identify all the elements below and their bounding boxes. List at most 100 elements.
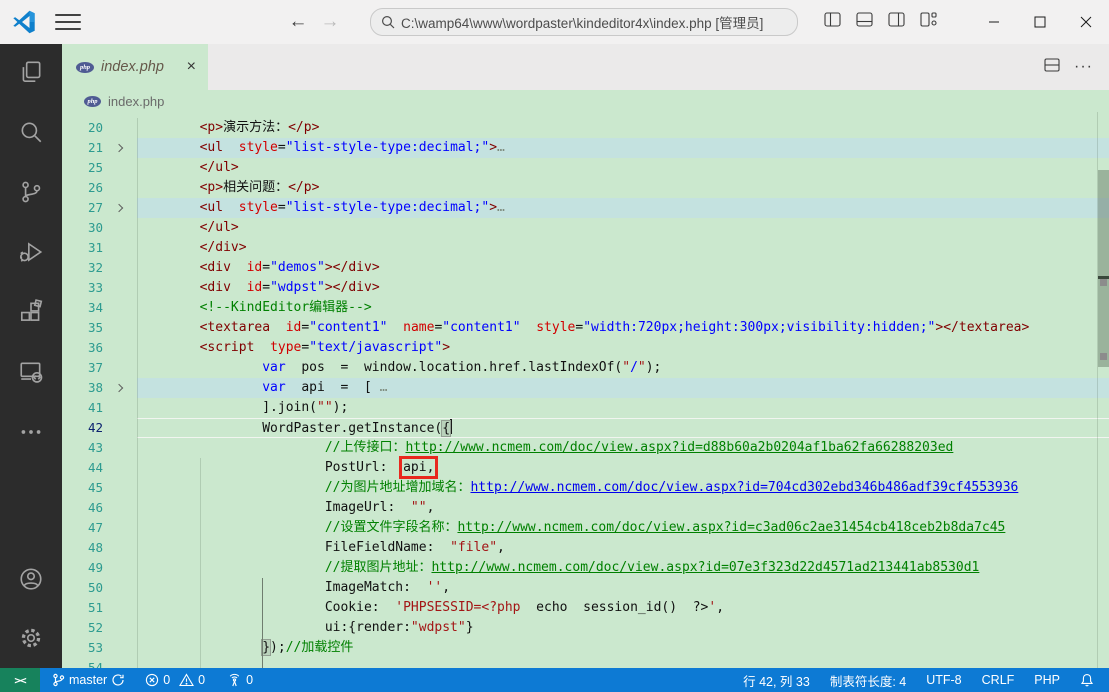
code-line[interactable]: 27 <ul style="list-style-type:decimal;">… [62, 198, 1109, 218]
code-line[interactable]: 48 FileFieldName: "file", [62, 538, 1109, 558]
doc-link[interactable]: http://www.ncmem.com/doc/view.aspx?id=07… [431, 560, 979, 575]
fold-chevron-icon[interactable] [103, 198, 137, 218]
remote-indicator[interactable]: >< [0, 668, 40, 692]
code-line[interactable]: 41].join(""); [62, 398, 1109, 418]
close-button[interactable] [1063, 0, 1109, 44]
line-number[interactable]: 44 [62, 458, 103, 478]
extensions-icon[interactable] [7, 288, 55, 336]
code-line[interactable]: 26 <p>相关问题：</p> [62, 178, 1109, 198]
notifications-bell-icon[interactable] [1073, 673, 1101, 687]
doc-link[interactable]: http://www.ncmem.com/doc/view.aspx?id=70… [470, 480, 1018, 495]
code-editor[interactable]: 20 <p>演示方法：</p> 21 <ul style="list-style-ty… [62, 112, 1109, 668]
code-line[interactable]: 45 //为图片地址增加域名：http://www.ncmem.com/doc/v… [62, 478, 1109, 498]
minimize-button[interactable] [971, 0, 1017, 44]
remote-explorer-icon[interactable] [7, 348, 55, 396]
line-number[interactable]: 54 [62, 658, 103, 668]
more-views-icon[interactable] [7, 408, 55, 456]
line-number[interactable]: 32 [62, 258, 103, 278]
line-number[interactable]: 30 [62, 218, 103, 238]
back-arrow-icon[interactable]: ← [284, 8, 312, 36]
fold-chevron-icon[interactable] [103, 138, 137, 158]
maximize-button[interactable] [1017, 0, 1063, 44]
code-line[interactable]: 20 <p>演示方法：</p> [62, 118, 1109, 138]
code-line[interactable]: 52 ui:{render:"wdpst"} [62, 618, 1109, 638]
line-number[interactable]: 47 [62, 518, 103, 538]
line-number[interactable]: 43 [62, 438, 103, 458]
code-line[interactable]: 31 </div> [62, 238, 1109, 258]
ports-item[interactable]: 0 [221, 673, 259, 687]
fold-chevron-icon[interactable] [103, 378, 137, 398]
account-icon[interactable] [7, 555, 55, 603]
line-number[interactable]: 27 [62, 198, 103, 218]
forward-arrow-icon[interactable]: → [316, 8, 344, 36]
line-number[interactable]: 33 [62, 278, 103, 298]
toggle-secondary-sidebar-icon[interactable] [888, 12, 905, 27]
code-line[interactable]: 30 </ul> [62, 218, 1109, 238]
code-line[interactable]: 33 <div id="wdpst"></div> [62, 278, 1109, 298]
language-mode-item[interactable]: PHP [1027, 673, 1067, 687]
line-number[interactable]: 31 [62, 238, 103, 258]
indentation-item[interactable]: 制表符长度: 4 [823, 671, 913, 690]
tab-index-php[interactable]: php index.php × [62, 44, 208, 90]
code-line[interactable]: 51 Cookie: 'PHPSESSID=<?php echo session_… [62, 598, 1109, 618]
code-line[interactable]: 53});//加载控件 [62, 638, 1109, 658]
line-number[interactable]: 45 [62, 478, 103, 498]
run-debug-icon[interactable] [7, 228, 55, 276]
code-line[interactable]: 35 <textarea id="content1" name="content1… [62, 318, 1109, 338]
code-line[interactable]: 49 //提取图片地址：http://www.ncmem.com/doc/view… [62, 558, 1109, 578]
encoding-item[interactable]: UTF-8 [919, 673, 968, 687]
vertical-scrollbar[interactable] [1097, 112, 1109, 668]
tab-close-icon[interactable]: × [185, 59, 198, 75]
line-number[interactable]: 38 [62, 378, 103, 398]
line-number[interactable]: 25 [62, 158, 103, 178]
line-number[interactable]: 20 [62, 118, 103, 138]
code-line[interactable]: 37 var pos = window.location.href.lastInd… [62, 358, 1109, 378]
breadcrumb[interactable]: php index.php [62, 90, 1109, 112]
git-branch-item[interactable]: master [46, 673, 131, 687]
line-number[interactable]: 53 [62, 638, 103, 658]
code-line[interactable]: 38 var api = [ … [62, 378, 1109, 398]
line-number[interactable]: 26 [62, 178, 103, 198]
code-line[interactable]: 54 [62, 658, 1109, 668]
code-line[interactable]: 50 ImageMatch: '', [62, 578, 1109, 598]
toggle-sidebar-icon[interactable] [824, 12, 841, 27]
explorer-icon[interactable] [7, 48, 55, 96]
settings-gear-icon[interactable] [7, 614, 55, 662]
line-number[interactable]: 36 [62, 338, 103, 358]
command-center-search[interactable]: C:\wamp64\www\wordpaster\kindeditor4x\in… [370, 8, 798, 36]
line-number[interactable]: 37 [62, 358, 103, 378]
menu-icon[interactable] [55, 14, 81, 30]
line-number[interactable]: 49 [62, 558, 103, 578]
problems-item[interactable]: 0 0 [139, 673, 211, 687]
search-sidebar-icon[interactable] [7, 108, 55, 156]
line-number[interactable]: 46 [62, 498, 103, 518]
doc-link[interactable]: http://www.ncmem.com/doc/view.aspx?id=d8… [405, 440, 953, 455]
code-line[interactable]: 32 <div id="demos"></div> [62, 258, 1109, 278]
line-number[interactable]: 50 [62, 578, 103, 598]
code-line[interactable]: 42 WordPaster.getInstance({ [62, 418, 1109, 438]
line-number[interactable]: 21 [62, 138, 103, 158]
line-number[interactable]: 35 [62, 318, 103, 338]
source-control-icon[interactable] [7, 168, 55, 216]
code-line[interactable]: 21 <ul style="list-style-type:decimal;">… [62, 138, 1109, 158]
code-line[interactable]: 43 //上传接口：http://www.ncmem.com/doc/view.a… [62, 438, 1109, 458]
code-line[interactable]: 25 </ul> [62, 158, 1109, 178]
code-line[interactable]: 46 ImageUrl: "", [62, 498, 1109, 518]
line-number[interactable]: 41 [62, 398, 103, 418]
editor-more-actions-icon[interactable]: ··· [1074, 58, 1093, 76]
customize-layout-icon[interactable] [920, 12, 937, 27]
line-number[interactable]: 52 [62, 618, 103, 638]
code-line[interactable]: 36 <script type="text/javascript"> [62, 338, 1109, 358]
line-number[interactable]: 34 [62, 298, 103, 318]
toggle-panel-icon[interactable] [856, 12, 873, 27]
scrollbar-thumb[interactable] [1098, 170, 1109, 367]
doc-link[interactable]: http://www.ncmem.com/doc/view.aspx?id=c3… [457, 520, 1005, 535]
code-line[interactable]: 44 PostUrl: api, [62, 456, 1109, 479]
split-editor-icon[interactable] [1044, 57, 1060, 77]
line-number[interactable]: 42 [62, 418, 103, 438]
code-line[interactable]: 47 //设置文件字段名称：http://www.ncmem.com/doc/vi… [62, 518, 1109, 538]
line-number[interactable]: 51 [62, 598, 103, 618]
cursor-position-item[interactable]: 行 42, 列 33 [736, 671, 817, 690]
line-number[interactable]: 48 [62, 538, 103, 558]
eol-item[interactable]: CRLF [975, 673, 1022, 687]
